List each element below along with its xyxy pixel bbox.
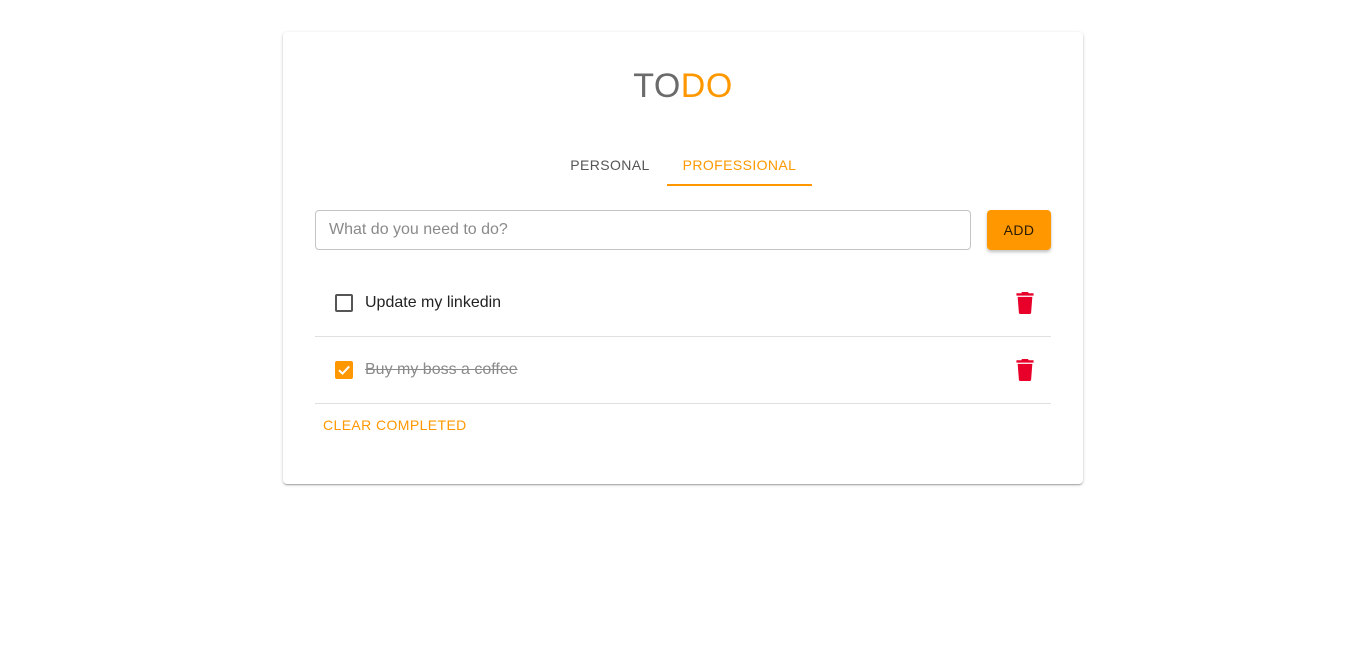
trash-icon[interactable] (1015, 292, 1035, 314)
add-button[interactable]: ADD (987, 210, 1051, 250)
todo-text: Buy my boss a coffee (365, 361, 518, 378)
todo-item: Update my linkedin (315, 270, 1051, 337)
todo-list: Update my linkedin Buy my boss a coffee (315, 270, 1051, 404)
tab-personal[interactable]: PERSONAL (553, 144, 667, 186)
todo-checkbox[interactable] (335, 361, 353, 379)
trash-icon[interactable] (1015, 359, 1035, 381)
todo-text: Update my linkedin (365, 294, 502, 311)
app-title: TODO (283, 66, 1083, 106)
app-title-part2: DO (680, 67, 733, 105)
todo-checkbox[interactable] (335, 294, 353, 312)
tab-professional[interactable]: PROFESSIONAL (667, 144, 812, 186)
todo-item: Buy my boss a coffee (315, 337, 1051, 404)
tab-bar: PERSONAL PROFESSIONAL (553, 144, 812, 186)
clear-completed-button[interactable]: CLEAR COMPLETED (323, 417, 467, 433)
todo-input[interactable] (315, 210, 971, 250)
check-icon (338, 365, 350, 376)
app-title-part1: TO (633, 67, 681, 105)
todo-card: TODO PERSONAL PROFESSIONAL ADD Update my… (283, 32, 1083, 484)
